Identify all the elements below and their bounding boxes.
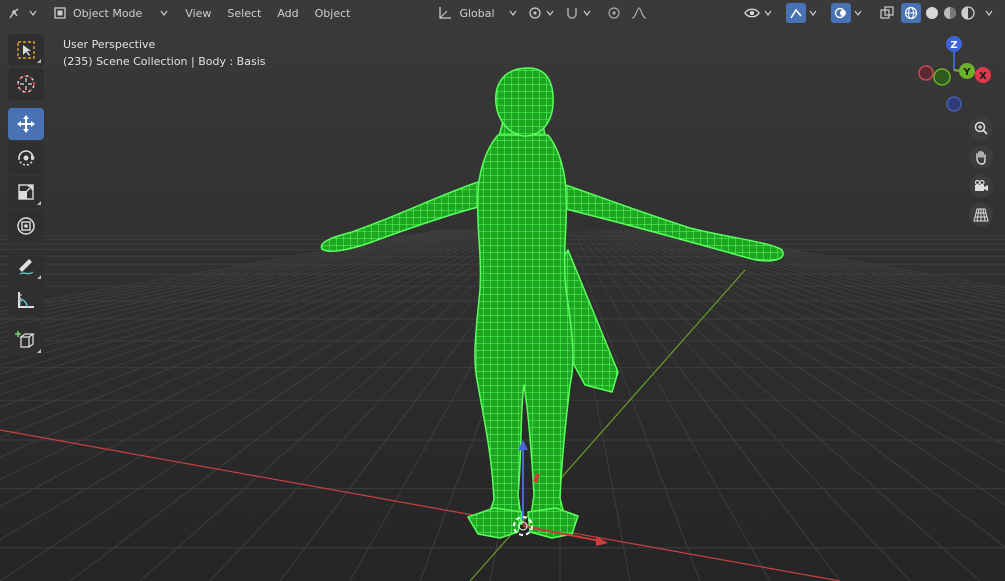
falloff-button[interactable] [626, 2, 652, 24]
shading-material-button[interactable] [941, 2, 959, 24]
mode-selector[interactable]: Object Mode [48, 2, 173, 24]
viewport-scene[interactable] [0, 0, 1005, 581]
cursor-icon [17, 75, 35, 93]
select-box-icon [17, 41, 35, 59]
proportional-edit-icon [607, 7, 620, 19]
chevron-down-icon [854, 10, 862, 16]
pan-button[interactable] [969, 145, 993, 169]
tool-cursor[interactable] [8, 68, 44, 100]
hand-icon [976, 150, 986, 165]
scale-icon [18, 184, 34, 200]
3d-viewport[interactable]: Object Mode View Select Add Object Globa… [0, 0, 1005, 581]
menu-select[interactable]: Select [219, 2, 269, 24]
collection-info: (235) Scene Collection | Body : Basis [63, 55, 266, 68]
measure-icon [18, 292, 34, 308]
navigation-gizmo[interactable]: Y X Z [912, 34, 996, 118]
tool-annotate[interactable] [8, 250, 44, 282]
tool-select-box[interactable] [8, 34, 44, 66]
orientation-label: Global [459, 6, 495, 20]
view-name: User Perspective [63, 38, 156, 51]
viewport-editor-icon [9, 8, 19, 19]
xray-icon [880, 6, 894, 19]
viewport-header: Object Mode View Select Add Object Globa… [0, 0, 1005, 26]
menu-view[interactable]: View [177, 2, 219, 24]
rotate-icon [18, 150, 35, 166]
chevron-down-icon [546, 10, 554, 16]
shading-wireframe-button[interactable] [899, 2, 923, 24]
chevron-down-icon [160, 10, 168, 16]
chevron-down-icon [29, 10, 37, 16]
annotate-icon [19, 259, 34, 275]
ortho-toggle-button[interactable] [969, 203, 993, 227]
transform-orientation-selector[interactable]: Global [432, 2, 521, 24]
proportional-edit-button[interactable] [602, 2, 626, 24]
gizmo-y-label: Y [962, 67, 971, 78]
mode-label: Object Mode [73, 6, 143, 20]
gizmo-z-label: Z [950, 40, 957, 51]
zoom-button[interactable] [969, 116, 993, 140]
overlays-button[interactable] [826, 2, 867, 24]
x-axis-line [0, 429, 841, 581]
magnet-icon [566, 8, 577, 19]
zoom-icon [974, 121, 988, 135]
gizmo-x-label: X [979, 71, 987, 82]
material-sphere-icon [944, 7, 956, 19]
chevron-down-icon [764, 10, 772, 16]
chevron-down-icon [583, 10, 591, 16]
chevron-down-icon [509, 10, 517, 16]
gizmo-neg-z[interactable] [946, 96, 962, 112]
falloff-curve-icon [631, 7, 646, 19]
editor-type-button[interactable] [0, 2, 42, 24]
orientation-axes-icon [439, 7, 452, 19]
visibility-button[interactable] [738, 2, 777, 24]
pivot-icon [528, 7, 541, 19]
chevron-down-icon [809, 10, 817, 16]
camera-view-button[interactable] [969, 174, 993, 198]
camera-icon [974, 179, 988, 191]
tool-rotate[interactable] [8, 142, 44, 174]
grid-perspective-icon [973, 208, 989, 222]
chevron-down-icon [985, 10, 993, 16]
tool-transform[interactable] [8, 210, 44, 242]
tool-add-cube[interactable] [8, 324, 44, 356]
wireframe-sphere-icon [901, 3, 921, 23]
gizmo-icon [786, 3, 806, 23]
transform-icon [17, 217, 35, 235]
pivot-point-button[interactable] [522, 2, 559, 24]
gizmo-toggle-button[interactable] [781, 2, 822, 24]
tool-shelf [8, 34, 46, 358]
eye-icon [744, 8, 760, 18]
shading-options-button[interactable] [977, 2, 1005, 24]
move-icon [17, 115, 35, 133]
add-cube-icon [15, 331, 35, 348]
tool-move[interactable] [8, 108, 44, 140]
solid-sphere-icon [926, 7, 938, 19]
viewport-info-text: User Perspective (235) Scene Collection … [63, 36, 266, 70]
snap-button[interactable] [559, 2, 596, 24]
menu-add[interactable]: Add [269, 2, 306, 24]
overlays-icon [831, 3, 851, 23]
shading-rendered-button[interactable] [959, 2, 977, 24]
gizmo-neg-y[interactable] [933, 68, 951, 86]
tool-measure[interactable] [8, 284, 44, 316]
menu-object[interactable]: Object [307, 2, 359, 24]
body-mesh[interactable] [320, 67, 784, 539]
rendered-sphere-icon [961, 6, 975, 20]
xray-button[interactable] [875, 2, 899, 24]
object-mode-icon [54, 7, 66, 19]
gizmo-neg-x[interactable] [918, 65, 934, 81]
tool-scale[interactable] [8, 176, 44, 208]
shading-solid-button[interactable] [923, 2, 941, 24]
